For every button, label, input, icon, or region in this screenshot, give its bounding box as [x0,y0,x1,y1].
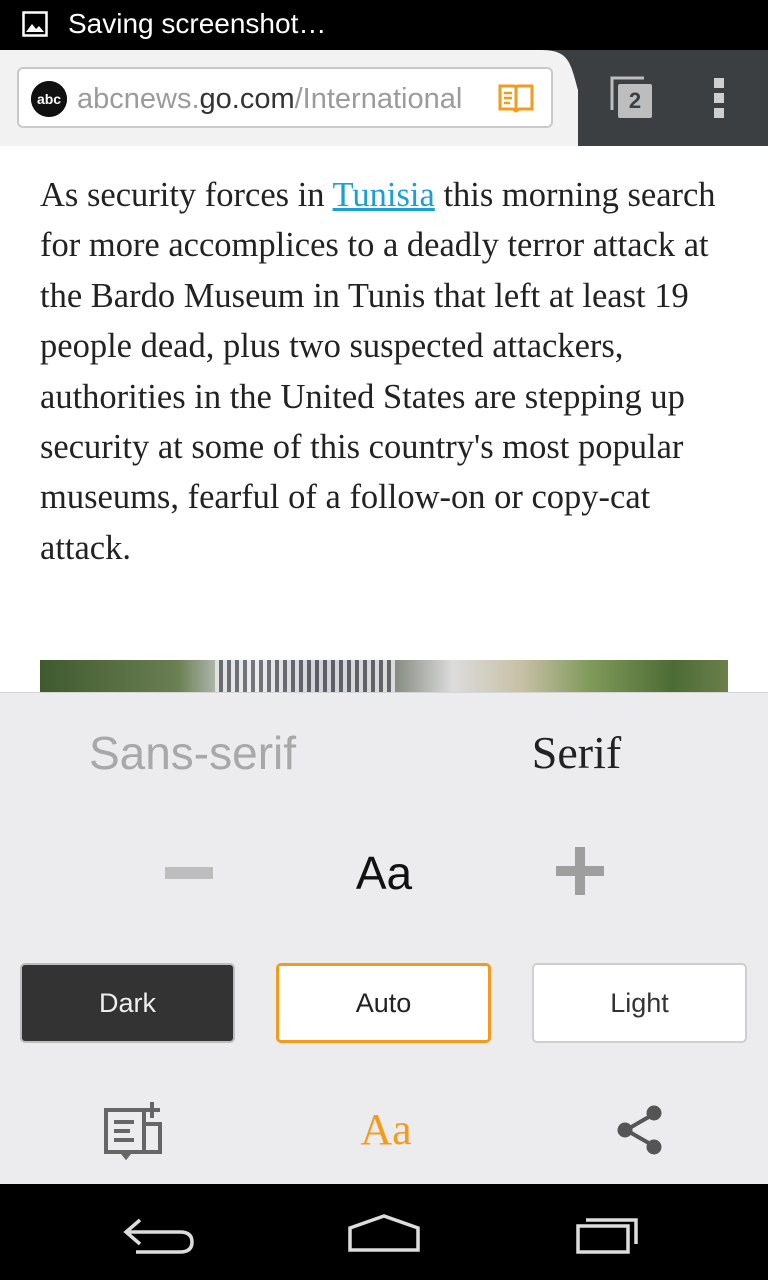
plus-icon-vertical [575,847,585,895]
dark-theme-button[interactable]: Dark [20,963,235,1043]
back-icon[interactable] [110,1212,210,1258]
url-text[interactable]: abcnews.go.com/International [77,82,462,116]
url-bar[interactable]: abc abcnews.go.com/International [17,67,553,128]
article-content: As security forces in Tunisia this morni… [0,146,768,692]
status-text: Saving screenshot… [68,8,327,39]
serif-font-option[interactable]: Serif [424,723,729,783]
toolbar-dark-area [578,50,768,146]
status-bar: Saving screenshot… [0,0,768,50]
add-to-reading-list-icon[interactable] [100,1100,168,1160]
reader-bottom-actions: Aa [0,1088,768,1180]
overflow-menu-icon[interactable] [708,76,732,120]
url-prefix: abcnews. [77,83,200,115]
tunisia-link[interactable]: Tunisia [333,176,435,214]
reader-mode-icon[interactable] [497,83,535,115]
tab-count: 2 [628,88,642,113]
svg-text:abc: abc [37,91,61,107]
article-text-before-link: As security forces in [40,176,333,214]
url-path: /International [294,83,463,115]
text-settings-button[interactable]: Aa [336,1098,436,1162]
text-size-sample: Aa [355,847,413,899]
light-theme-button[interactable]: Light [532,963,747,1043]
auto-theme-button[interactable]: Auto [276,963,491,1043]
abc-logo-icon: abc [31,81,67,117]
reader-settings-panel: Sans-serif Serif Aa Dark Auto Light Aa [0,692,768,1184]
system-navigation-bar [0,1184,768,1280]
recents-icon[interactable] [560,1212,660,1258]
article-paragraph: As security forces in Tunisia this morni… [40,170,740,573]
home-icon[interactable] [334,1212,434,1258]
article-text-after-link: this morning search for more accomplices… [40,176,716,567]
tab-switcher-button[interactable]: 2 [608,74,656,122]
decrease-text-size-button[interactable] [160,843,220,903]
sans-serif-font-option[interactable]: Sans-serif [40,723,345,783]
article-image-detail [215,660,395,692]
increase-text-size-button[interactable] [552,843,608,899]
article-image [40,660,728,692]
minus-icon [165,867,213,879]
share-icon[interactable] [612,1102,668,1158]
url-domain: go.com [199,83,295,115]
browser-toolbar: abc abcnews.go.com/International 2 [0,50,768,146]
image-icon [22,11,48,37]
